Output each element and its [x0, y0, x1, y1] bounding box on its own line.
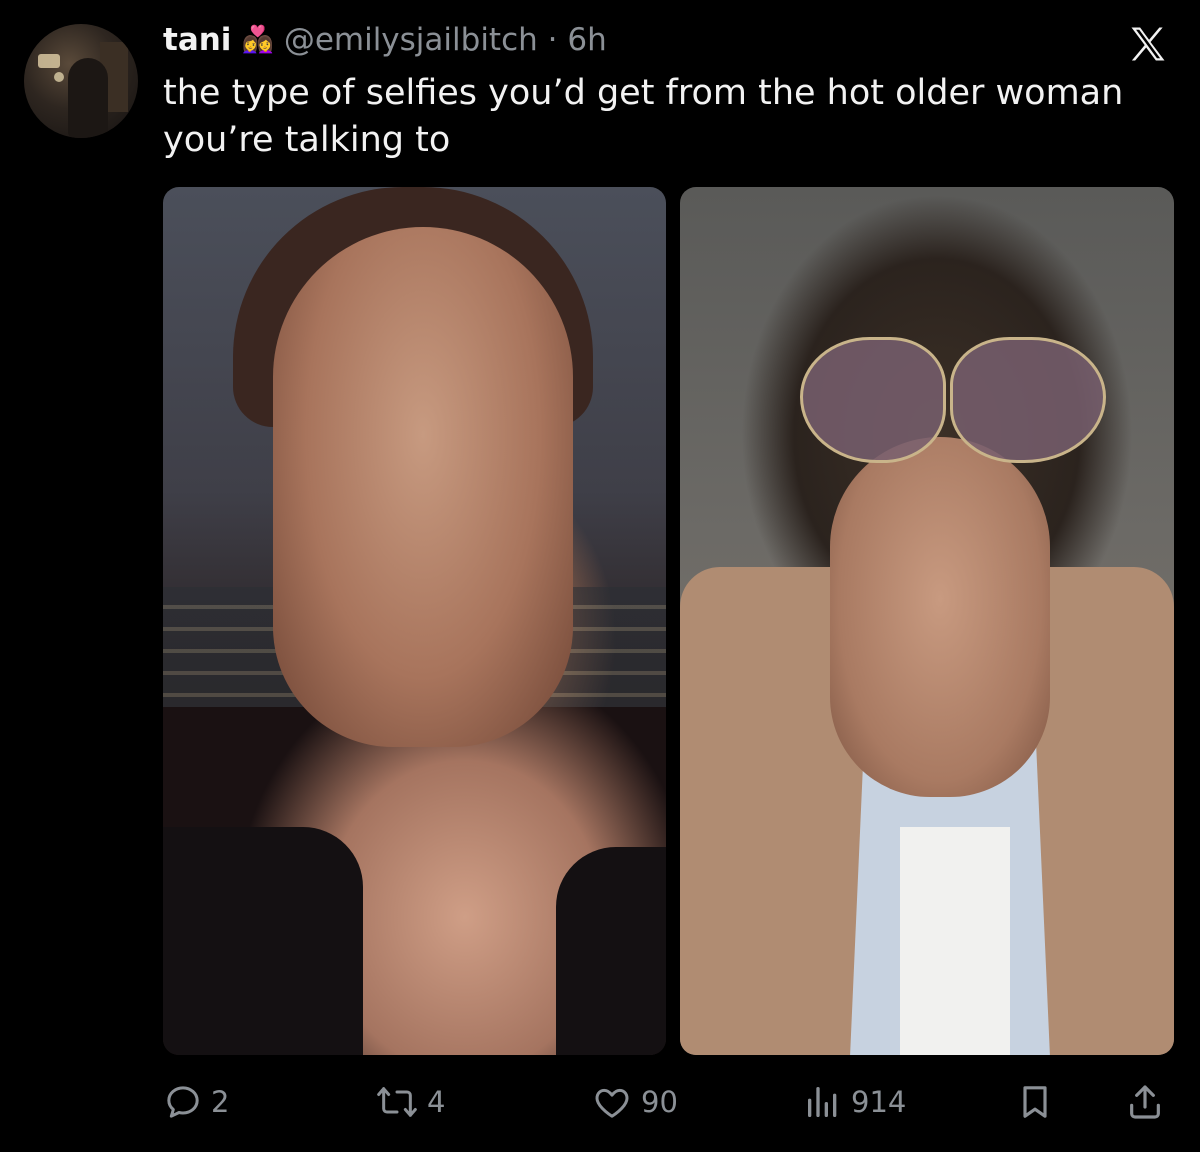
x-logo-icon: [1131, 27, 1165, 61]
heart-icon: [595, 1088, 629, 1118]
display-name[interactable]: tani: [163, 22, 231, 58]
views-button[interactable]: 914: [803, 1080, 906, 1124]
bookmark-icon: [1023, 1086, 1047, 1118]
tweet-header: tani 👩‍❤️‍👩 @emilysjailbitch · 6h: [163, 18, 607, 62]
views-bar-icon: [808, 1087, 837, 1117]
handle[interactable]: @emilysjailbitch · 6h: [284, 22, 607, 58]
like-count: 90: [641, 1085, 678, 1119]
like-button[interactable]: 90: [591, 1080, 678, 1124]
tweet-text: the type of selfies you’d get from the h…: [163, 73, 1124, 160]
timestamp[interactable]: 6h: [567, 22, 606, 58]
avatar[interactable]: [24, 24, 138, 138]
reply-count: 2: [211, 1085, 230, 1119]
name-emoji: 👩‍❤️‍👩: [241, 25, 274, 55]
share-icon: [1130, 1085, 1160, 1119]
separator-dot: ·: [547, 22, 558, 58]
repost-count: 4: [427, 1085, 446, 1119]
media-image-1[interactable]: [163, 187, 666, 1055]
media-image-2[interactable]: [680, 187, 1174, 1055]
view-count: 914: [851, 1085, 907, 1119]
repost-icon: [377, 1087, 417, 1117]
bookmark-button[interactable]: [1015, 1080, 1055, 1124]
share-button[interactable]: [1125, 1080, 1165, 1124]
repost-button[interactable]: 4: [375, 1080, 445, 1124]
action-bar: 2 4 90 914: [163, 1080, 1173, 1124]
reply-button[interactable]: 2: [163, 1080, 229, 1124]
reply-icon: [167, 1086, 199, 1118]
